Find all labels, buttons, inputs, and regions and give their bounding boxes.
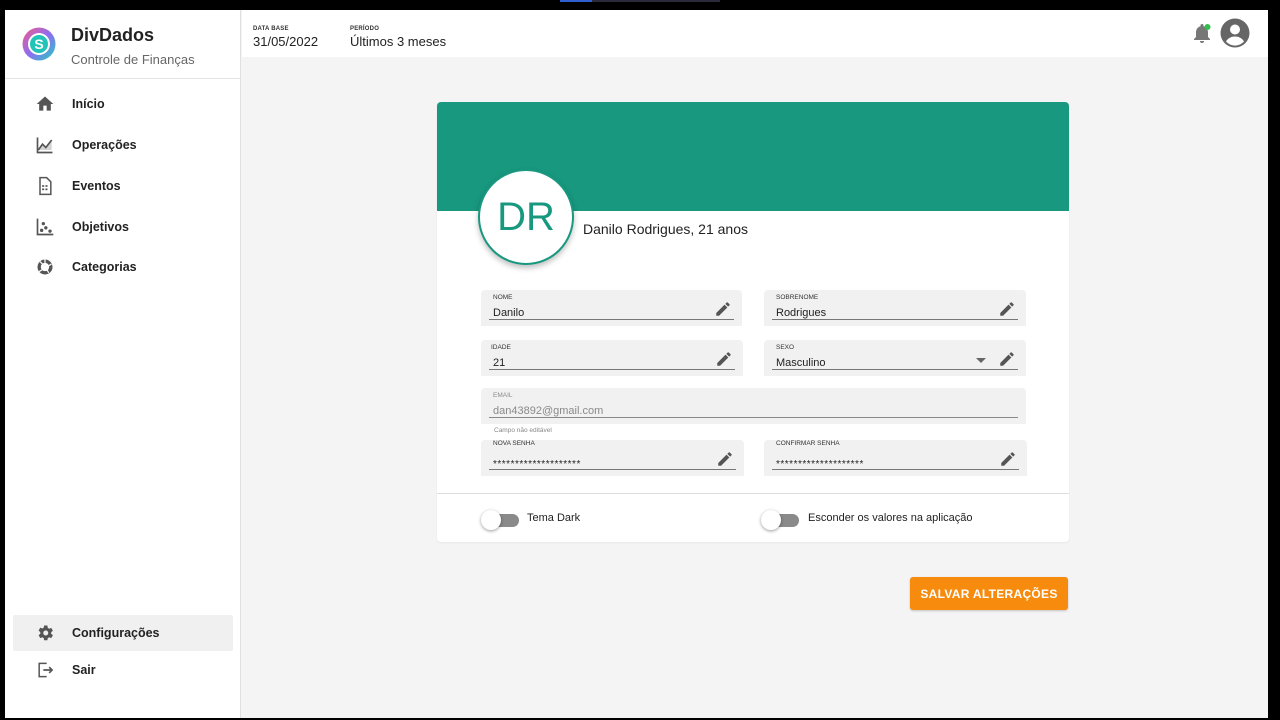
profile-avatar: DR: [478, 169, 574, 265]
edit-pencil-icon[interactable]: [999, 450, 1017, 468]
confirmar-senha-label: CONFIRMAR SENHA: [776, 440, 840, 447]
edit-pencil-icon[interactable]: [998, 350, 1016, 368]
tema-dark-label: Tema Dark: [527, 512, 581, 524]
edit-pencil-icon[interactable]: [715, 350, 733, 368]
dropdown-arrow-icon[interactable]: [976, 358, 986, 363]
profile-card: DR Danilo Rodrigues, 21 anos NOME Danilo…: [437, 102, 1069, 542]
sidebar-item-label: Eventos: [72, 179, 121, 193]
sidebar-item-sair[interactable]: Sair: [13, 652, 233, 688]
sidebar-item-objetivos[interactable]: Objetivos: [13, 209, 233, 245]
sidebar-item-eventos[interactable]: Eventos: [13, 168, 233, 204]
data-base-value[interactable]: 31/05/2022: [253, 34, 318, 49]
scatter-icon: [36, 218, 54, 236]
periodo-value[interactable]: Últimos 3 meses: [350, 34, 446, 49]
sobrenome-label: SOBRENOME: [776, 294, 819, 301]
sidebar-item-inicio[interactable]: Início: [13, 86, 233, 122]
app-subtitle: Controle de Finanças: [71, 52, 195, 67]
nova-senha-label: NOVA SENHA: [493, 440, 535, 447]
divider: [437, 493, 1069, 494]
sidebar-item-label: Início: [72, 97, 105, 111]
email-value: dan43892@gmail.com: [493, 405, 604, 417]
sexo-value: Masculino: [776, 357, 826, 369]
edit-pencil-icon[interactable]: [998, 300, 1016, 318]
top-bar: DATA BASE 31/05/2022 PERÍODO Últimos 3 m…: [242, 10, 1268, 57]
sobrenome-field[interactable]: SOBRENOME Rodrigues: [764, 290, 1026, 326]
sidebar-item-label: Operações: [72, 138, 137, 152]
periodo: PERÍODO Últimos 3 meses: [350, 26, 446, 49]
nome-label: NOME: [493, 294, 513, 301]
periodo-label: PERÍODO: [350, 26, 380, 32]
esconder-valores-label: Esconder os valores na aplicação: [808, 512, 973, 524]
idade-label: IDADE: [491, 344, 511, 351]
email-hint: Campo não editável: [494, 427, 552, 434]
profile-name: Danilo Rodrigues, 21 anos: [583, 221, 748, 237]
app-name: DivDados: [71, 25, 155, 45]
nome-field[interactable]: NOME Danilo: [481, 290, 742, 326]
svg-text:S: S: [34, 36, 43, 52]
notification-bell-icon[interactable]: [1192, 23, 1212, 45]
logout-icon: [38, 662, 54, 678]
gear-icon: [38, 625, 53, 641]
data-base: DATA BASE 31/05/2022: [253, 26, 318, 49]
sidebar-item-label: Objetivos: [72, 220, 129, 234]
app-window: S DivDados Controle de Finanças Início O…: [5, 10, 1268, 718]
sobrenome-value: Rodrigues: [776, 307, 827, 319]
confirmar-senha-field[interactable]: CONFIRMAR SENHA ********************: [764, 440, 1027, 476]
email-label: EMAIL: [493, 392, 513, 399]
nova-senha-field[interactable]: NOVA SENHA ********************: [481, 440, 744, 476]
edit-pencil-icon[interactable]: [714, 300, 732, 318]
chart-line-icon: [36, 137, 53, 154]
document-icon: [39, 176, 52, 196]
sidebar: S DivDados Controle de Finanças Início O…: [5, 10, 241, 718]
sexo-select[interactable]: SEXO Masculino: [764, 340, 1026, 376]
data-base-label: DATA BASE: [253, 26, 289, 32]
sexo-label: SEXO: [776, 344, 795, 351]
save-changes-button[interactable]: SALVAR ALTERAÇÕES: [910, 577, 1068, 610]
sidebar-item-operacoes[interactable]: Operações: [13, 127, 233, 163]
idade-field[interactable]: IDADE 21: [481, 340, 743, 376]
sidebar-item-label: Configurações: [72, 626, 160, 640]
sidebar-item-label: Categorias: [72, 260, 137, 274]
screen: S DivDados Controle de Finanças Início O…: [0, 0, 1280, 720]
top-indicator: [560, 0, 720, 2]
tema-dark-toggle[interactable]: [481, 510, 521, 530]
logo-icon: S: [22, 27, 56, 61]
email-field: EMAIL dan43892@gmail.com: [481, 388, 1026, 424]
nome-value: Danilo: [493, 307, 525, 319]
sidebar-item-label: Sair: [72, 663, 96, 677]
home-icon: [36, 96, 54, 111]
edit-pencil-icon[interactable]: [716, 450, 734, 468]
brand: S DivDados Controle de Finanças: [5, 10, 241, 79]
sidebar-item-categorias[interactable]: Categorias: [13, 249, 233, 285]
idade-value: 21: [493, 357, 506, 369]
sidebar-item-configuracoes[interactable]: Configurações: [13, 615, 233, 651]
esconder-valores-toggle[interactable]: [761, 510, 801, 530]
account-icon[interactable]: [1220, 18, 1250, 48]
donut-icon: [37, 259, 53, 275]
